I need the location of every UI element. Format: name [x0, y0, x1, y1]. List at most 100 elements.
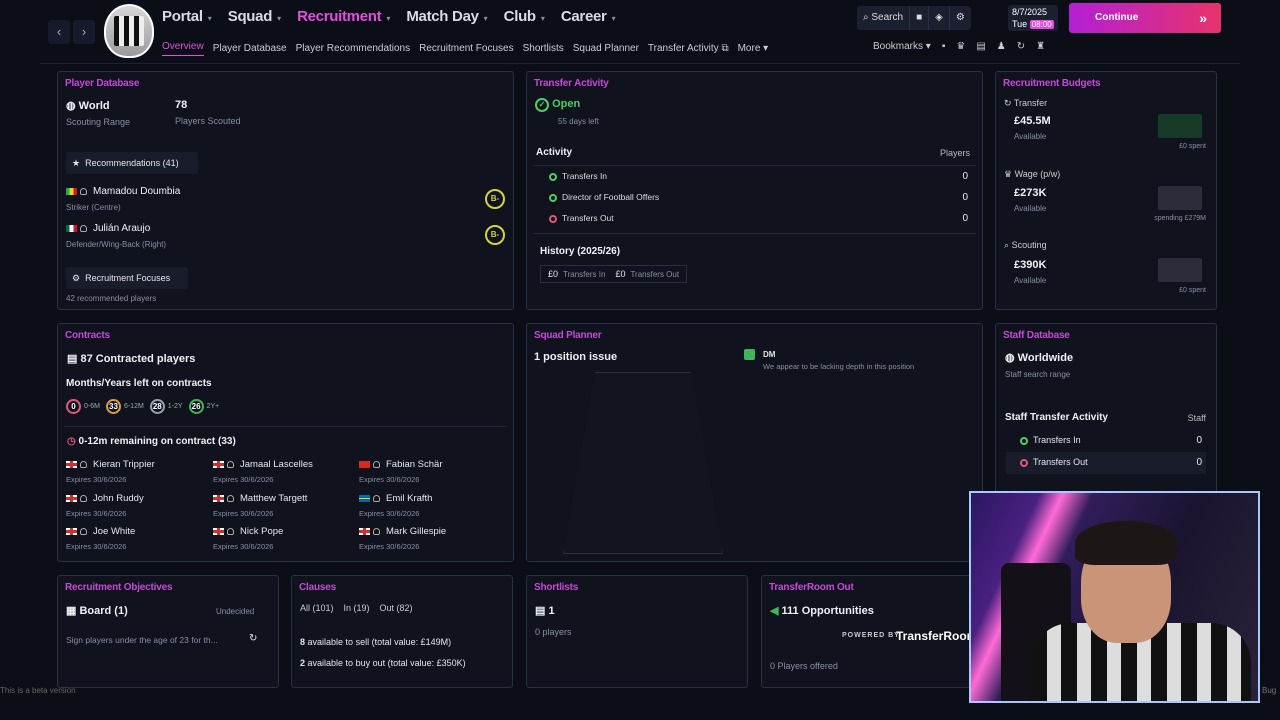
clause-sell: 8 available to sell (total value: £149M)	[300, 637, 452, 647]
nav-club[interactable]: Club ▾	[504, 8, 545, 25]
globe-icon: ◍	[1005, 352, 1015, 364]
budget-note: spending £279M	[1154, 215, 1206, 222]
tab-player-recommendations[interactable]: Player Recommendations	[296, 43, 411, 54]
contract-player-row[interactable]: Nick Pope	[213, 526, 283, 537]
scouting-range-label: Scouting Range	[66, 117, 131, 127]
refresh-icon[interactable]: ↻	[249, 633, 257, 644]
scout-icon[interactable]: ◈	[929, 6, 950, 30]
staff-row[interactable]: Transfers Out	[1020, 457, 1088, 467]
position-issue: 1 position issue	[534, 351, 618, 363]
clauses-panel[interactable]: Clauses All (101) In (19) Out (82) 8 ava…	[291, 575, 513, 688]
contract-player-row[interactable]: Matthew Targett	[213, 493, 307, 504]
contract-player-row[interactable]: Joe White	[66, 526, 135, 537]
recruitment-focuses-button[interactable]: ⚙ Recruitment Focuses	[66, 267, 188, 289]
tab-in[interactable]: In (19)	[344, 603, 370, 613]
player-row[interactable]: Mamadou Doumbia	[66, 186, 180, 197]
players-offered: 0 Players offered	[770, 661, 838, 671]
staff-value: 0	[1196, 435, 1202, 446]
recruitment-objectives-panel[interactable]: Recruitment Objectives ▦ Board (1) Undec…	[57, 575, 279, 688]
forward-button[interactable]: ›	[73, 20, 95, 44]
tab-all[interactable]: All (101)	[300, 603, 334, 613]
contract-expiry: Expires 30/6/2026	[66, 509, 127, 518]
nav-recruitment[interactable]: Recruitment ▾	[297, 8, 390, 25]
people-icon[interactable]: ♟	[997, 41, 1006, 52]
activity-row[interactable]: Transfers In	[549, 171, 607, 181]
panel-title: Squad Planner	[534, 330, 602, 341]
budget-value: £273K	[1014, 187, 1047, 199]
tab-out[interactable]: Out (82)	[380, 603, 413, 613]
contract-player-row[interactable]: Fabian Schär	[359, 459, 443, 470]
bookmarks-dropdown[interactable]: Bookmarks ▾	[873, 41, 931, 52]
objective-text: Sign players under the age of 23 for th.…	[66, 635, 218, 645]
tab-player-database[interactable]: Player Database	[213, 43, 287, 54]
person-icon	[227, 494, 234, 502]
contract-expiry: Expires 30/6/2026	[66, 542, 127, 551]
chat-icon[interactable]: ▪	[942, 41, 946, 52]
transfer-activity-panel[interactable]: Transfer Activity ✓ Open 55 days left Ac…	[526, 71, 983, 310]
player-name: Kieran Trippier	[93, 459, 155, 470]
contract-expiry: Expires 30/6/2026	[359, 542, 420, 551]
tab-overview[interactable]: Overview	[162, 41, 204, 56]
contracts-panel[interactable]: Contracts ▤ 87 Contracted players Months…	[57, 323, 514, 562]
trophy-icon[interactable]: ♛	[956, 41, 965, 52]
contract-player-row[interactable]: Jamaal Lascelles	[213, 459, 313, 470]
budget-label: ↻ Transfer	[1004, 98, 1048, 108]
shortlists-panel[interactable]: Shortlists ▤ 1 0 players	[526, 575, 748, 688]
contract-player-row[interactable]: Emil Krafth	[359, 493, 432, 504]
contract-band[interactable]: 33 6-12M	[105, 399, 144, 414]
transferroom-panel[interactable]: TransferRoom Out ◀ 111 Opportunities POW…	[761, 575, 983, 688]
contract-band[interactable]: 26 2Y+	[188, 399, 219, 414]
check-circle-icon: ✓	[535, 98, 549, 112]
refresh-icon[interactable]: ↻	[1017, 41, 1025, 52]
tab-squad-planner[interactable]: Squad Planner	[573, 43, 639, 54]
cup-icon[interactable]: ♜	[1036, 41, 1045, 52]
recommendations-button[interactable]: ★ Recommendations (41)	[66, 152, 198, 174]
activity-row[interactable]: Director of Football Offers	[549, 192, 659, 202]
focus-sub: 42 recommended players	[66, 294, 157, 303]
search-button[interactable]: ⌕ Search	[857, 6, 911, 30]
person-icon	[227, 527, 234, 535]
gear-icon[interactable]: ⚙	[950, 6, 971, 30]
date-display[interactable]: 8/7/2025 Tue 08:00	[1008, 5, 1058, 31]
player-database-panel[interactable]: Player Database ◍ World Scouting Range 7…	[57, 71, 514, 310]
flag-icon	[359, 460, 370, 468]
budget-label: ⌕ Scouting	[1004, 240, 1047, 250]
back-button[interactable]: ‹	[48, 20, 70, 44]
club-crest-icon[interactable]	[104, 4, 154, 58]
tab-transfer-activity[interactable]: Transfer Activity ⧉	[648, 43, 729, 54]
budget-sub: Available	[1014, 276, 1047, 285]
contract-expiry: Expires 30/6/2026	[213, 475, 274, 484]
player-name: Jamaal Lascelles	[240, 459, 313, 470]
staff-row[interactable]: Transfers In	[1020, 435, 1081, 445]
clipboard-icon[interactable]: ▤	[976, 41, 985, 52]
contract-player-row[interactable]: Kieran Trippier	[66, 459, 155, 470]
contract-band[interactable]: 0 0-6M	[66, 399, 100, 414]
nav-match-day[interactable]: Match Day ▾	[406, 8, 487, 25]
tab-more[interactable]: More ▾	[738, 43, 769, 54]
tab-recruitment-focuses[interactable]: Recruitment Focuses	[419, 43, 513, 54]
budget-sub: Available	[1014, 132, 1047, 141]
panel-title: Recruitment Budgets	[1003, 78, 1101, 89]
contracted-count: ▤ 87 Contracted players	[67, 353, 196, 365]
nav-portal[interactable]: Portal ▾	[162, 8, 212, 25]
nav-career[interactable]: Career ▾	[561, 8, 616, 25]
flag-icon	[66, 527, 77, 535]
continue-button[interactable]: Continue »	[1069, 3, 1221, 33]
recruitment-budgets-panel[interactable]: Recruitment Budgets ↻ Transfer £45.5M Av…	[995, 71, 1217, 310]
contract-band[interactable]: 28 1-2Y	[149, 399, 183, 414]
activity-row[interactable]: Transfers Out	[549, 213, 614, 223]
months-heading: Months/Years left on contracts	[66, 378, 212, 389]
history-heading: History (2025/26)	[540, 246, 621, 257]
search-icon: ⌕	[863, 12, 869, 23]
transferroom-logo: TransferRoom	[896, 629, 978, 643]
contract-player-row[interactable]: Mark Gillespie	[359, 526, 446, 537]
staff-range: ◍ Worldwide	[1005, 352, 1074, 364]
nav-squad[interactable]: Squad ▾	[228, 8, 281, 25]
bug-report-button[interactable]: Bug	[1262, 686, 1276, 695]
bookmark-icon[interactable]: ■	[910, 6, 930, 30]
budget-sub: Available	[1014, 204, 1047, 213]
contract-player-row[interactable]: John Ruddy	[66, 493, 144, 504]
player-row[interactable]: Julián Araujo	[66, 223, 150, 234]
tab-shortlists[interactable]: Shortlists	[523, 43, 564, 54]
staff-range-sub: Staff search range	[1005, 370, 1071, 379]
